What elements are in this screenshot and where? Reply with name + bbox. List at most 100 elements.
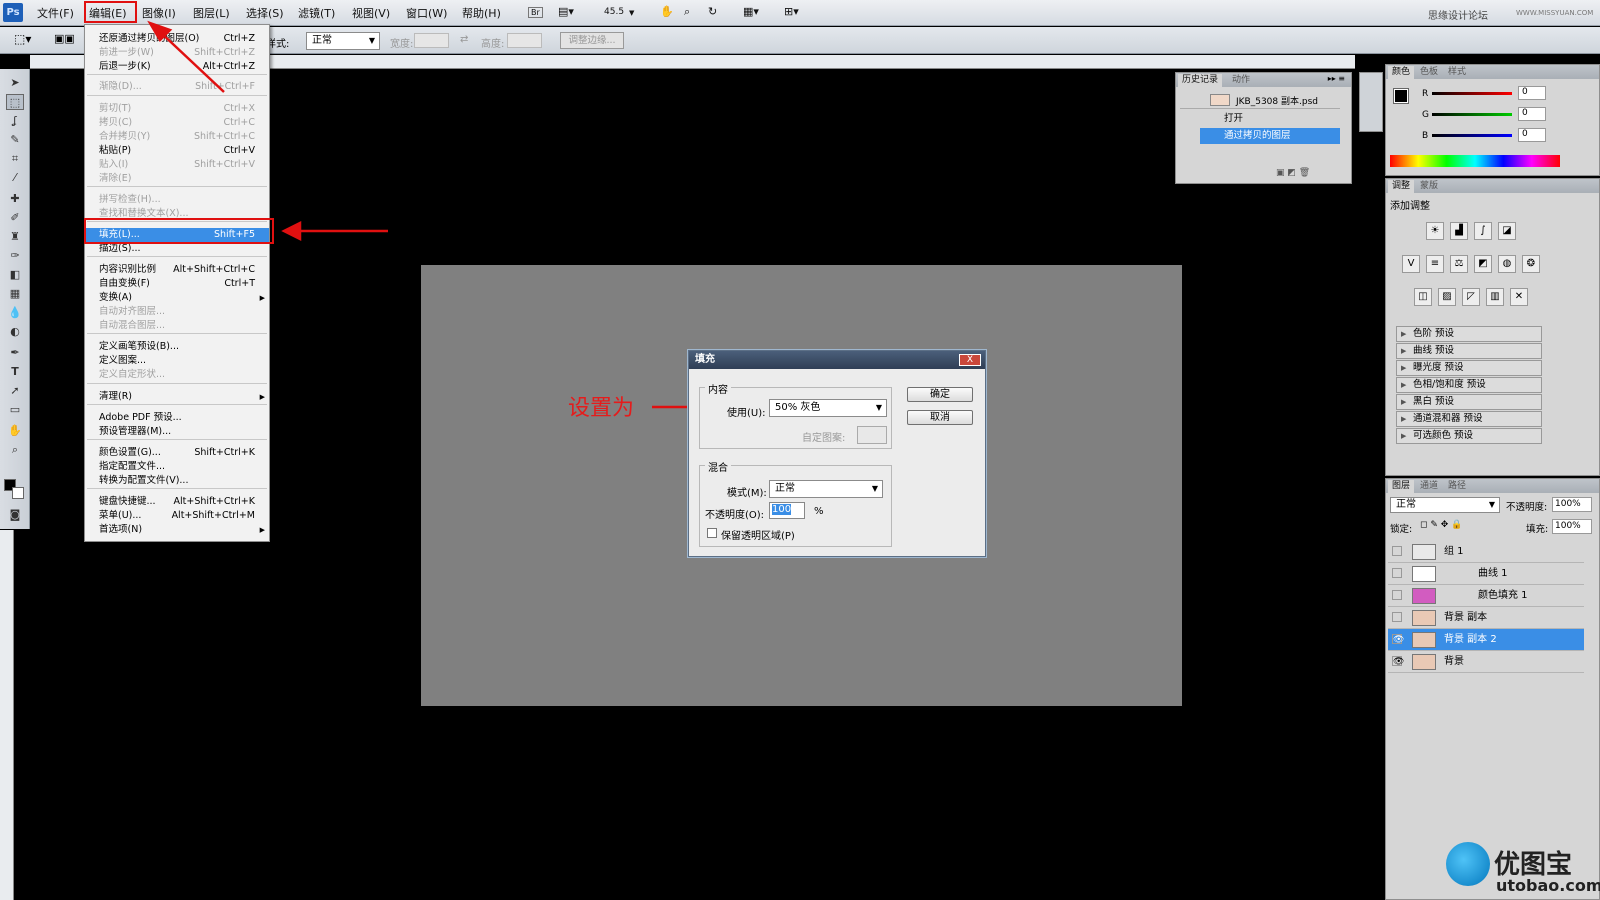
shape-tool-icon[interactable]: ▭ (6, 402, 24, 418)
ok-button[interactable]: 确定 (907, 387, 973, 402)
invert-icon[interactable]: ◫ (1414, 288, 1432, 306)
edit-menu-item[interactable]: 菜单(U)... Alt+Shift+Ctrl+M (85, 509, 269, 523)
layer-row[interactable]: 颜色填充 1 (1388, 585, 1584, 607)
path-selection-tool-icon[interactable]: ➚ (6, 383, 24, 399)
edit-menu-item[interactable]: Adobe PDF 预设... (85, 411, 269, 425)
tab-paths[interactable]: 路径 (1444, 480, 1470, 493)
type-tool-icon[interactable]: T (6, 364, 24, 380)
edit-menu-item[interactable]: 指定配置文件... (85, 460, 269, 474)
eraser-tool-icon[interactable]: ◧ (6, 267, 24, 283)
tab-color[interactable]: 颜色 (1388, 66, 1415, 79)
color-balance-icon[interactable]: ⚖ (1450, 255, 1468, 273)
brush-tool-icon[interactable]: ✐ (6, 210, 24, 226)
channel-mixer-icon[interactable]: ❂ (1522, 255, 1540, 273)
preset-black-white[interactable]: 黑白 预设 (1396, 394, 1542, 410)
curves-icon[interactable]: ∫ (1474, 222, 1492, 240)
g-input[interactable]: 0 (1518, 107, 1546, 121)
tab-swatches[interactable]: 色板 (1416, 66, 1442, 79)
edit-menu-item[interactable]: 颜色设置(G)... Shift+Ctrl+K (85, 446, 269, 460)
eyedropper-tool-icon[interactable]: ⁄ (6, 170, 24, 186)
quick-select-tool-icon[interactable]: ✎ (6, 132, 24, 148)
menu-view[interactable]: 视图(V) (352, 5, 390, 21)
edit-menu-item[interactable]: 粘贴(P) Ctrl+V (85, 144, 269, 158)
gradient-tool-icon[interactable]: ▦ (6, 286, 24, 302)
tab-layers[interactable]: 图层 (1388, 480, 1415, 493)
collapsed-panel-icons[interactable] (1359, 72, 1383, 132)
selective-color-icon[interactable]: ✕ (1510, 288, 1528, 306)
edit-menu-item[interactable]: 内容识别比例 Alt+Shift+Ctrl+C (85, 263, 269, 277)
cancel-button[interactable]: 取消 (907, 410, 973, 425)
preset-hue-saturation[interactable]: 色相/饱和度 预设 (1396, 377, 1542, 393)
arrange-icon[interactable]: ▤▾ (558, 5, 574, 18)
preserve-transparency-checkbox[interactable] (707, 528, 717, 538)
layer-blend-select[interactable]: 正常 ▼ (1390, 497, 1500, 513)
visibility-eye-icon[interactable] (1392, 546, 1402, 556)
tab-adjustments[interactable]: 调整 (1388, 180, 1415, 193)
edit-menu-item[interactable]: 定义图案... (85, 354, 269, 368)
swap-icon[interactable]: ⇄ (460, 34, 468, 45)
hue-saturation-icon[interactable]: ≡ (1426, 255, 1444, 273)
preset-levels[interactable]: 色阶 预设 (1396, 326, 1542, 342)
background-color-swatch[interactable] (12, 487, 24, 499)
tab-channels[interactable]: 通道 (1416, 480, 1442, 493)
refine-edge-button[interactable]: 调整边缘... (560, 32, 624, 49)
quick-mask-icon[interactable]: ◙ (6, 507, 24, 523)
edit-menu-item[interactable]: 清理(R) ▶ (85, 390, 269, 404)
edit-menu-item[interactable]: 键盘快捷键... Alt+Shift+Ctrl+K (85, 495, 269, 509)
crop-tool-icon[interactable]: ⌗ (6, 151, 24, 167)
layer-row[interactable]: 组 1 (1388, 541, 1584, 563)
hand-tool-icon[interactable]: ✋ (660, 5, 674, 18)
history-brush-tool-icon[interactable]: ✑ (6, 248, 24, 264)
history-step-layer-via-copy[interactable]: 通过拷贝的图层 (1200, 128, 1340, 144)
hand-tool-icon[interactable]: ✋ (6, 423, 24, 439)
healing-brush-tool-icon[interactable]: ✚ (6, 191, 24, 207)
edit-menu-item[interactable]: 后退一步(K) Alt+Ctrl+Z (85, 60, 269, 74)
mode-select[interactable]: 正常 ▼ (769, 480, 883, 498)
layer-row[interactable]: 背景 副本 (1388, 607, 1584, 629)
custom-pattern-picker[interactable] (857, 426, 887, 444)
edit-menu-item[interactable]: 首选项(N) ▶ (85, 523, 269, 537)
lasso-tool-icon[interactable]: ʆ (6, 113, 24, 129)
edit-menu-item[interactable]: 变换(A) ▶ (85, 291, 269, 305)
visibility-eye-icon[interactable]: 👁 (1392, 634, 1404, 645)
edit-menu-item[interactable]: 定义画笔预设(B)... (85, 340, 269, 354)
layer-row[interactable]: 👁 背景 副本 2 (1388, 629, 1584, 651)
fg-color-chip[interactable] (1393, 88, 1409, 104)
tab-history[interactable]: 历史记录 (1178, 74, 1223, 87)
menu-layer[interactable]: 图层(L) (193, 5, 230, 21)
close-icon[interactable]: X (959, 354, 981, 366)
menu-filter[interactable]: 滤镜(T) (298, 5, 335, 21)
r-input[interactable]: 0 (1518, 86, 1546, 100)
vibrance-icon[interactable]: V (1402, 255, 1420, 273)
preset-channel-mixer[interactable]: 通道混和器 预设 (1396, 411, 1542, 427)
edit-menu-item[interactable]: 还原通过拷贝的图层(O) Ctrl+Z (85, 32, 269, 46)
menu-window[interactable]: 窗口(W) (406, 5, 447, 21)
menu-file[interactable]: 文件(F) (37, 5, 74, 21)
rotate-view-icon[interactable]: ↻ (708, 5, 717, 18)
exposure-icon[interactable]: ◪ (1498, 222, 1516, 240)
r-slider[interactable] (1432, 92, 1512, 95)
screen-mode-icon[interactable]: ▦▾ (743, 5, 759, 18)
height-input[interactable] (507, 33, 542, 48)
style-select[interactable]: 正常 ▼ (306, 32, 380, 50)
menu-select[interactable]: 选择(S) (246, 5, 284, 21)
zoom-tool-icon[interactable]: ⌕ (6, 442, 24, 458)
posterize-icon[interactable]: ▨ (1438, 288, 1456, 306)
visibility-eye-icon[interactable]: 👁 (1392, 656, 1404, 667)
levels-icon[interactable]: ▟ (1450, 222, 1468, 240)
use-select[interactable]: 50% 灰色 ▼ (769, 399, 887, 417)
layer-opacity-input[interactable]: 100% (1552, 497, 1592, 512)
clone-stamp-tool-icon[interactable]: ♜ (6, 229, 24, 245)
tab-actions[interactable]: 动作 (1228, 74, 1254, 87)
edit-menu-item[interactable]: 描边(S)... (85, 242, 269, 256)
zoom-level[interactable]: 45.5 (604, 7, 624, 17)
zoom-dropdown-icon[interactable]: ▼ (629, 9, 634, 17)
visibility-eye-icon[interactable] (1392, 568, 1402, 578)
b-slider[interactable] (1432, 134, 1512, 137)
edit-menu-item[interactable]: 转换为配置文件(V)... (85, 474, 269, 488)
photo-filter-icon[interactable]: ◍ (1498, 255, 1516, 273)
g-slider[interactable] (1432, 113, 1512, 116)
extras-icon[interactable]: ⊞▾ (784, 5, 799, 18)
edit-menu-item[interactable]: 预设管理器(M)... (85, 425, 269, 439)
width-input[interactable] (414, 33, 449, 48)
